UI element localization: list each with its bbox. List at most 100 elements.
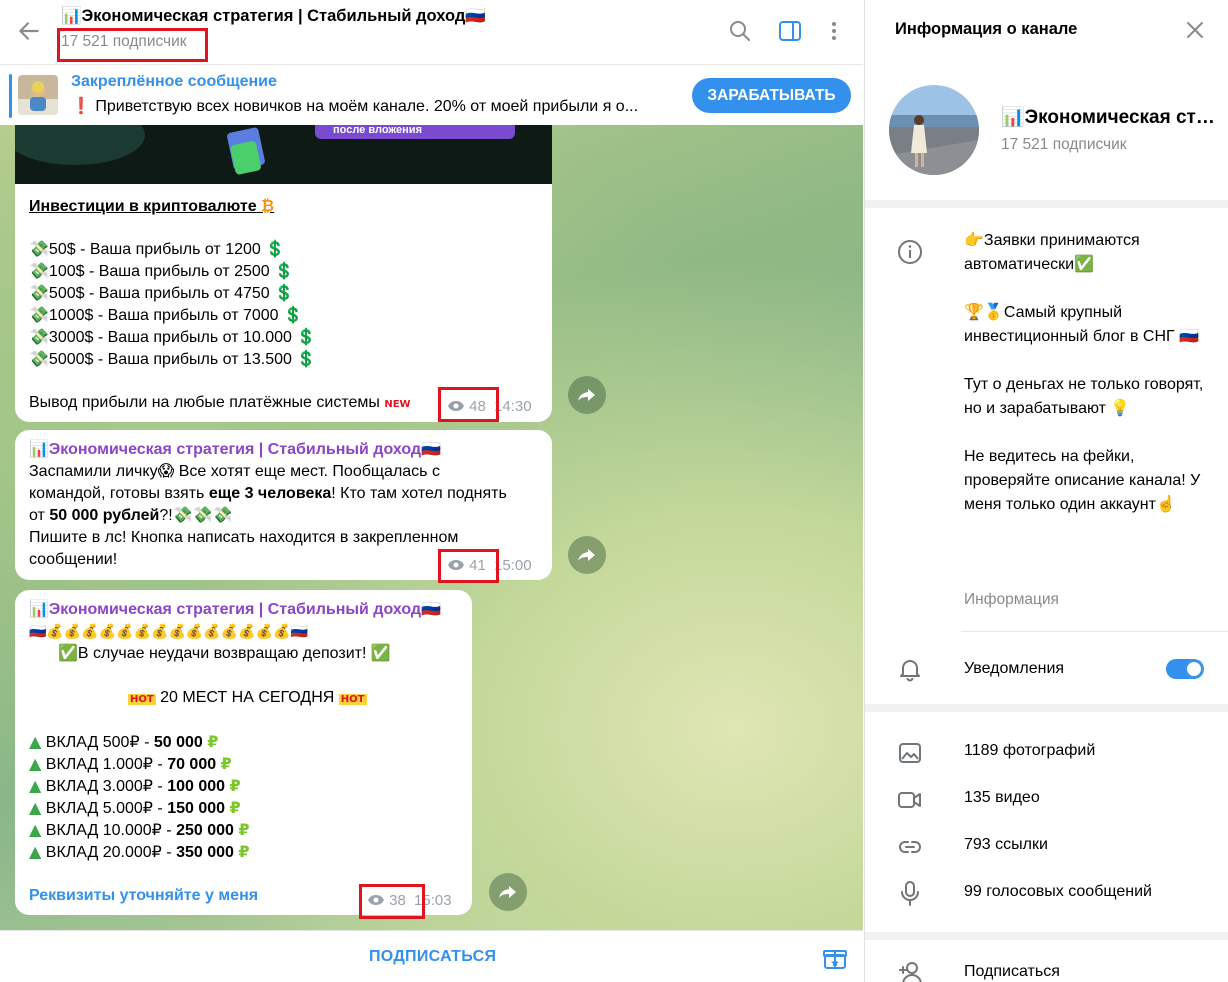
ruble-icon: ₽ (229, 778, 241, 795)
info-header-card: Информация о канале 📊Экономическая страт… (865, 0, 1228, 200)
new-badge-icon: NEW (384, 399, 411, 410)
money-bags-line: 🇷🇺💰💰💰💰💰💰💰💰💰💰💰💰💰💰🇷🇺 (29, 624, 308, 640)
message-image: после вложения (15, 125, 552, 184)
subscribe-button[interactable]: ПОДПИСАТЬСЯ (369, 948, 496, 966)
highlight-box (57, 28, 208, 62)
message-line: сообщении! (29, 551, 118, 568)
pinned-text: ❗ Приветствую всех новичков на моём кана… (71, 98, 639, 115)
channel-description: 👉Заявки принимаются автоматически✅ 🏆🥇Сам… (964, 229, 1214, 541)
profit-line: 💸100$ - Ваша прибыль от 2500 💲 (29, 261, 295, 280)
back-arrow-icon[interactable] (16, 18, 42, 44)
close-icon[interactable] (1185, 20, 1205, 40)
media-links[interactable]: 793 ссылки (964, 836, 1048, 854)
deposit-row: ▲ ВКЛАД 500₽ - 50 000 ₽ (29, 732, 219, 751)
channel-title[interactable]: 📊Экономическая стратегия | Стабильный до… (61, 7, 486, 26)
profit-line: 💸500$ - Ваша прибыль от 4750 💲 (29, 283, 295, 302)
media-photos[interactable]: 1189 фотографий (964, 742, 1095, 760)
notifications-label[interactable]: Уведомления (964, 660, 1064, 678)
message-author[interactable]: 📊Экономическая стратегия | Стабильный до… (29, 599, 441, 621)
bitcoin-icon: ₿ (261, 196, 275, 215)
media-voice[interactable]: 99 голосовых сообщений (964, 883, 1152, 901)
highlight-box (438, 549, 499, 583)
subscribe-action[interactable]: Подписаться (964, 963, 1060, 981)
profit-line: 💸1000$ - Ваша прибыль от 7000 💲 (29, 305, 303, 324)
dollar-coin-icon: 💸 (29, 261, 49, 280)
ruble-icon: ₽ (207, 734, 219, 751)
bell-icon (900, 660, 920, 682)
description-paragraph: Не ведитесь на фейки, проверяйте описани… (964, 448, 1201, 513)
info-icon (898, 240, 922, 264)
ruble-icon: ₽ (238, 822, 250, 839)
message-bubble: после вложения Инвестиции в криптовалюте… (15, 125, 552, 422)
message-heading: Инвестиции в криптовалюте ₿ (29, 196, 275, 215)
channel-name: 📊Экономическая стратегия | Стабильный до… (1001, 107, 1216, 128)
chat-panel: 📊Экономическая стратегия | Стабильный до… (0, 0, 863, 982)
message-line: Заспамили личку😱 Все хотят еще мест. Поо… (29, 463, 440, 480)
highlight-box (359, 884, 425, 919)
message-feed[interactable]: после вложения Инвестиции в криптовалюте… (0, 125, 863, 930)
dollar-coin-icon: 💸 (29, 305, 49, 324)
dollar-coin-icon: 💸 (29, 239, 49, 258)
tree-icon: ▲ (29, 820, 42, 839)
image-caption: после вложения (333, 125, 422, 136)
message-time: 14:30 (494, 398, 532, 415)
description-paragraph: 👉Заявки принимаются автоматически✅ (964, 232, 1140, 273)
search-icon[interactable] (728, 19, 752, 43)
dollar-coin-icon: 💸 (29, 349, 49, 368)
share-button[interactable] (489, 873, 527, 911)
tree-icon: ▲ (29, 776, 42, 795)
pinned-message-bar[interactable]: Закреплённое сообщение ❗ Приветствую все… (0, 64, 863, 125)
dollar-coin-icon: 💸 (29, 283, 49, 302)
gift-icon[interactable] (822, 945, 848, 971)
pinned-title: Закреплённое сообщение (71, 73, 277, 90)
pinned-thumbnail (18, 75, 58, 115)
hot-badge-icon: HOT (128, 694, 156, 705)
deposit-row: ▲ ВКЛАД 10.000₽ - 250 000 ₽ (29, 820, 250, 839)
earn-button[interactable]: ЗАРАБАТЫВАТЬ (692, 78, 851, 113)
video-icon (898, 792, 921, 808)
message-line: Пишите в лс! Кнопка написать находится в… (29, 529, 459, 546)
pinned-indicator (9, 74, 12, 118)
ruble-icon: ₽ (229, 800, 241, 817)
description-paragraph: Тут о деньгах не только говорят, но и за… (964, 376, 1204, 417)
deposit-row: ▲ ВКЛАД 1.000₽ - 70 000 ₽ (29, 754, 232, 773)
message-footer: Вывод прибыли на любые платёжные системы… (29, 394, 411, 411)
message-author[interactable]: 📊Экономическая стратегия | Стабильный до… (29, 439, 441, 461)
channel-avatar[interactable] (889, 85, 979, 175)
message-line: командой, готовы взять еще 3 человека! К… (29, 485, 507, 502)
deposit-row: ▲ ВКЛАД 20.000₽ - 350 000 ₽ (29, 842, 250, 861)
message-link-footer[interactable]: Реквизиты уточняйте у меня (29, 885, 258, 907)
dollar-coin-icon: 💸 (29, 327, 49, 346)
deposit-row: ▲ ВКЛАД 3.000₽ - 100 000 ₽ (29, 776, 241, 795)
deposit-line: ✅В случае неудачи возвращаю депозит! ✅ (58, 645, 391, 662)
hot-badge-icon: HOT (338, 694, 367, 705)
share-button[interactable] (568, 536, 606, 574)
media-videos[interactable]: 135 видео (964, 789, 1040, 807)
highlight-box (438, 387, 499, 422)
hot-line: HOT 20 МЕСТ НА СЕГОДНЯ HOT (128, 689, 367, 706)
channel-info-panel: Информация о канале 📊Экономическая страт… (864, 0, 1228, 982)
profit-line: 💸3000$ - Ваша прибыль от 10.000 💲 (29, 327, 317, 346)
message-bubble: 📊Экономическая стратегия | Стабильный до… (15, 590, 472, 915)
deposit-row: ▲ ВКЛАД 5.000₽ - 150 000 ₽ (29, 798, 241, 817)
divider (961, 631, 1228, 632)
bottom-bar: ПОДПИСАТЬСЯ (0, 930, 863, 982)
profit-line: 💸5000$ - Ваша прибыль от 13.500 💲 (29, 349, 317, 368)
notifications-toggle[interactable] (1166, 659, 1204, 679)
profit-line: 💸50$ - Ваша прибыль от 1200 💲 (29, 239, 286, 258)
channel-subscribers: 17 521 подписчик (1001, 136, 1127, 153)
ruble-icon: ₽ (238, 844, 250, 861)
description-paragraph: 🏆🥇Самый крупный инвестиционный блог в СН… (964, 304, 1200, 345)
share-button[interactable] (568, 376, 606, 414)
description-label: Информация (964, 591, 1059, 608)
link-icon (899, 841, 921, 853)
tree-icon: ▲ (29, 732, 42, 751)
message-time: 15:00 (494, 557, 532, 574)
share-arrow-icon (578, 389, 595, 401)
message-line: от 50 000 рублей?!💸💸💸 (29, 507, 233, 524)
tree-icon: ▲ (29, 754, 42, 773)
add-user-icon (899, 962, 922, 982)
sidebar-toggle-icon[interactable] (778, 19, 802, 43)
more-vertical-icon[interactable] (822, 19, 846, 43)
microphone-icon (901, 881, 919, 906)
